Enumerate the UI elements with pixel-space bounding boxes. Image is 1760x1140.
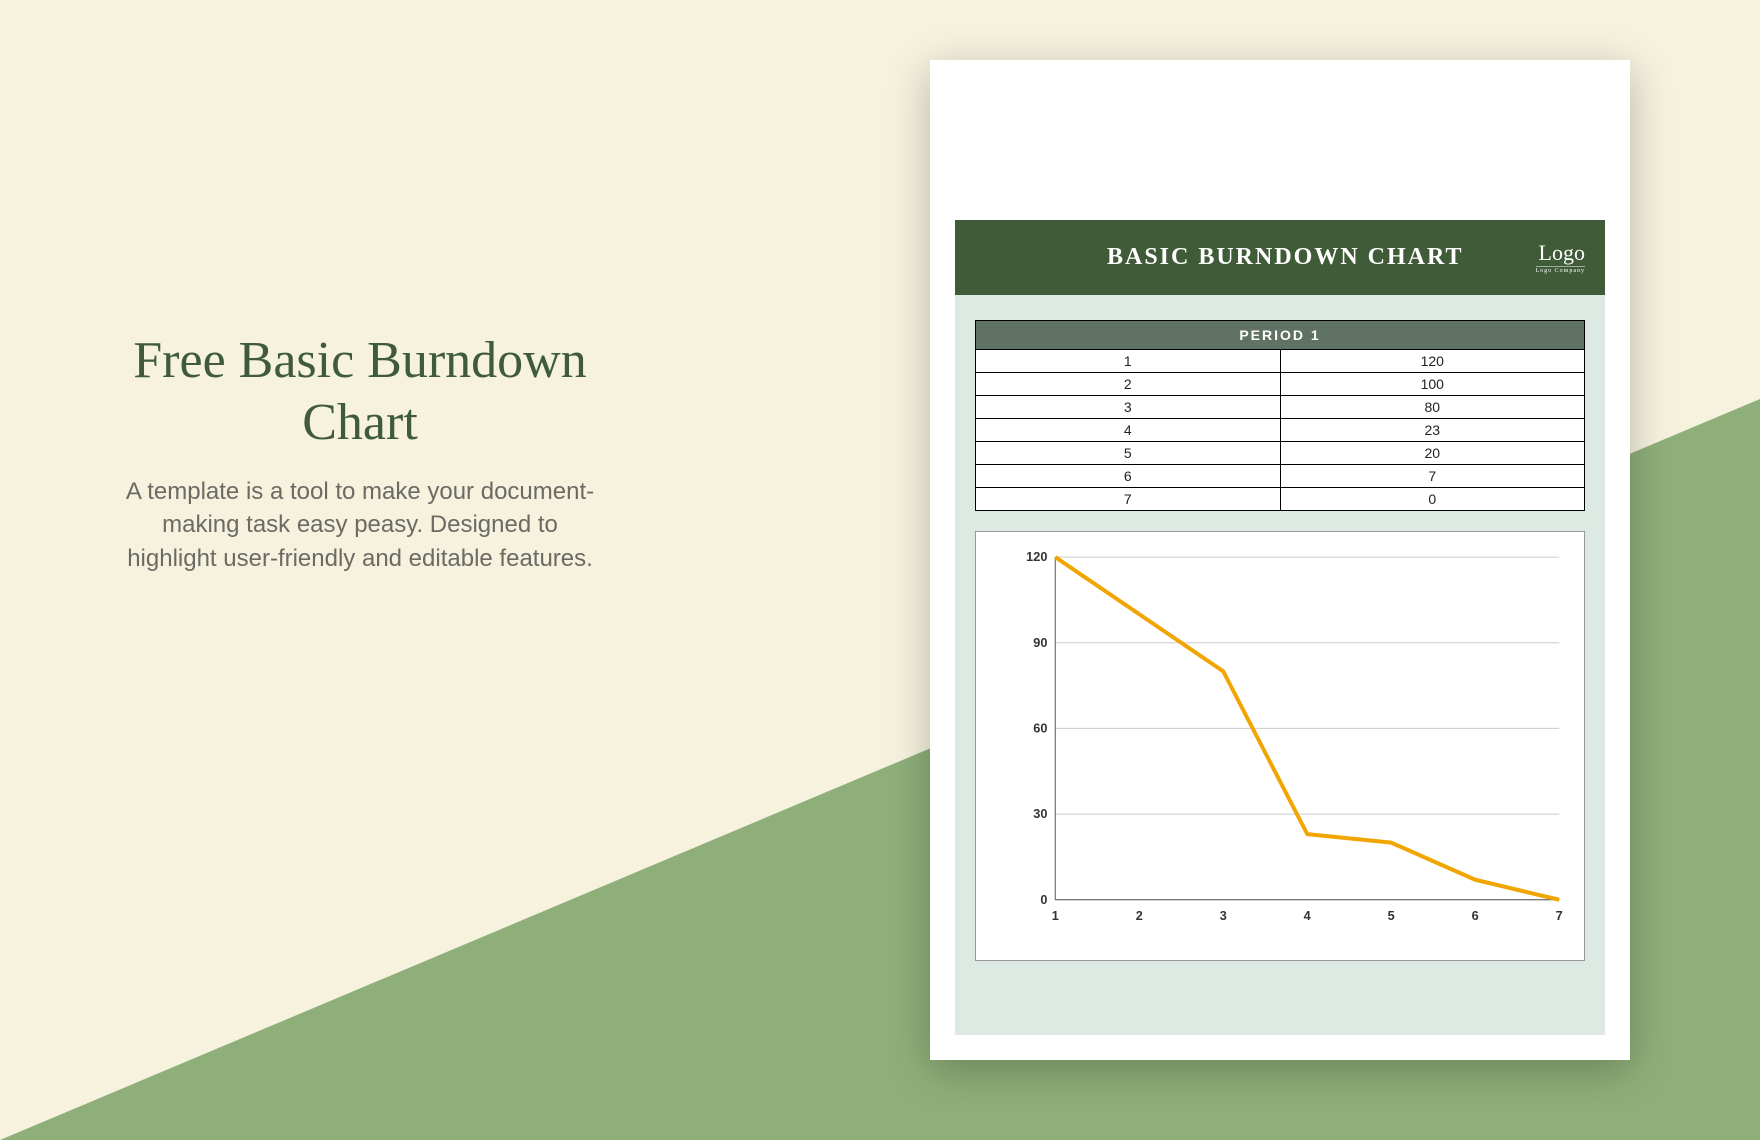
svg-text:2: 2 xyxy=(1136,908,1143,923)
table-row: 423 xyxy=(976,419,1585,442)
svg-text:30: 30 xyxy=(1033,806,1047,821)
svg-text:60: 60 xyxy=(1033,720,1047,735)
table-cell-value: 0 xyxy=(1280,488,1585,511)
data-table: PERIOD 1 112021003804235206770 xyxy=(975,320,1585,511)
table-cell-value: 23 xyxy=(1280,419,1585,442)
promo-title: Free Basic Burndown Chart xyxy=(120,330,600,455)
table-cell-period: 1 xyxy=(976,350,1281,373)
table-cell-period: 2 xyxy=(976,373,1281,396)
table-cell-period: 3 xyxy=(976,396,1281,419)
table-header: PERIOD 1 xyxy=(976,321,1585,350)
table-row: 1120 xyxy=(976,350,1585,373)
svg-text:90: 90 xyxy=(1033,635,1047,650)
table-cell-value: 7 xyxy=(1280,465,1585,488)
logo-subtext: Logo Company xyxy=(1536,266,1586,274)
table-cell-value: 80 xyxy=(1280,396,1585,419)
table-cell-value: 100 xyxy=(1280,373,1585,396)
document-header-title: BASIC BURNDOWN CHART xyxy=(1035,244,1536,271)
table-row: 67 xyxy=(976,465,1585,488)
table-row: 70 xyxy=(976,488,1585,511)
table-cell-period: 4 xyxy=(976,419,1281,442)
data-table-wrap: PERIOD 1 112021003804235206770 xyxy=(975,320,1585,511)
logo-text: Logo xyxy=(1536,242,1586,264)
table-cell-value: 20 xyxy=(1280,442,1585,465)
svg-text:6: 6 xyxy=(1472,908,1479,923)
document-header: BASIC BURNDOWN CHART Logo Logo Company xyxy=(955,220,1605,295)
burndown-chart: 0 30 60 90 120 1 2 3 4 5 6 7 xyxy=(975,531,1585,961)
table-cell-period: 7 xyxy=(976,488,1281,511)
chart-svg: 0 30 60 90 120 1 2 3 4 5 6 7 xyxy=(1021,547,1569,930)
svg-text:5: 5 xyxy=(1388,908,1395,923)
svg-text:4: 4 xyxy=(1304,908,1312,923)
table-cell-value: 120 xyxy=(1280,350,1585,373)
svg-text:3: 3 xyxy=(1220,908,1227,923)
svg-text:7: 7 xyxy=(1556,908,1563,923)
promo-description: A template is a tool to make your docume… xyxy=(120,475,600,576)
document-page: BASIC BURNDOWN CHART Logo Logo Company P… xyxy=(930,60,1630,1060)
table-cell-period: 5 xyxy=(976,442,1281,465)
promo-block: Free Basic Burndown Chart A template is … xyxy=(120,330,600,576)
document-inner: BASIC BURNDOWN CHART Logo Logo Company P… xyxy=(955,220,1605,1035)
table-row: 380 xyxy=(976,396,1585,419)
table-row: 520 xyxy=(976,442,1585,465)
table-row: 2100 xyxy=(976,373,1585,396)
table-cell-period: 6 xyxy=(976,465,1281,488)
svg-text:1: 1 xyxy=(1052,908,1059,923)
svg-text:0: 0 xyxy=(1040,892,1047,907)
svg-text:120: 120 xyxy=(1026,549,1047,564)
logo: Logo Logo Company xyxy=(1536,242,1586,274)
